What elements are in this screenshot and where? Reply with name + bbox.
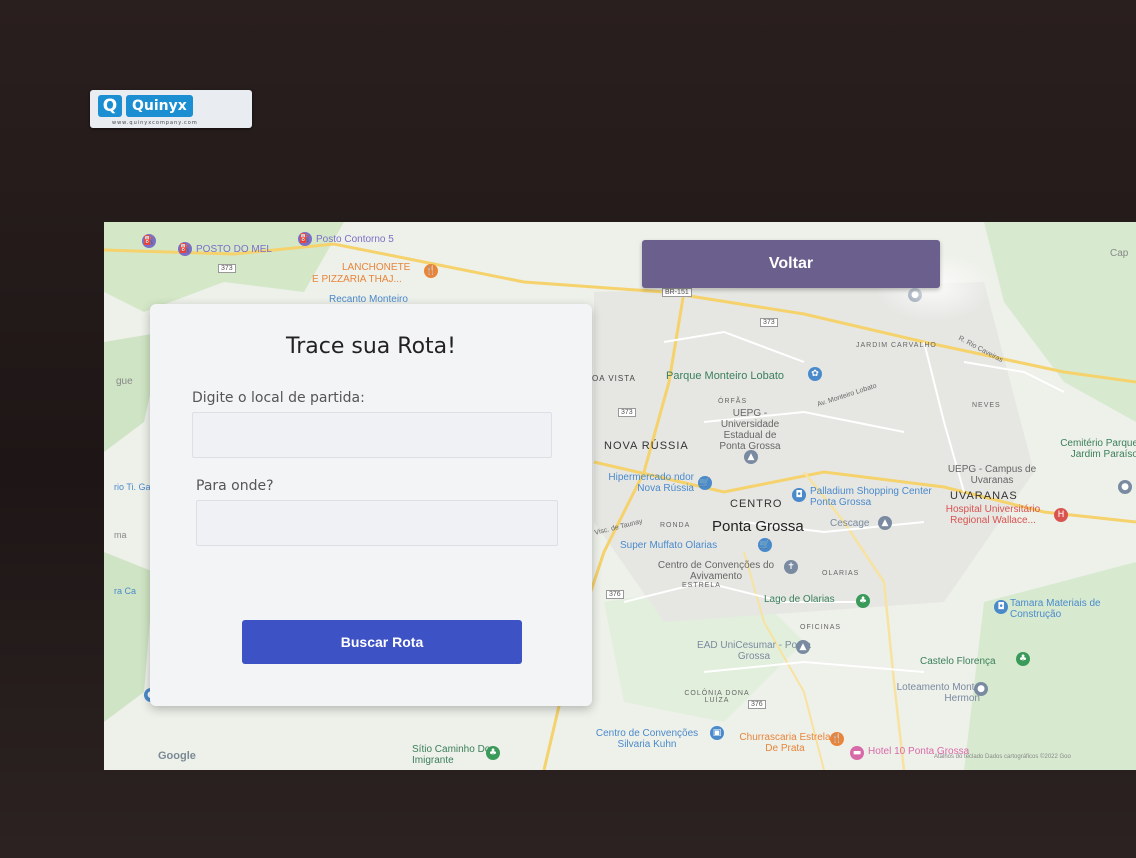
hospital-icon[interactable]: H — [1054, 508, 1068, 522]
map-label: Palladium Shopping Center Ponta Grossa — [810, 486, 932, 508]
destination-label: Para onde? — [196, 478, 274, 494]
logo-text: Quinyx — [126, 95, 193, 117]
map-label: BR-151 — [662, 288, 692, 297]
map-pin-icon[interactable]: ⛽ — [142, 234, 156, 248]
route-form-panel: Trace sua Rota! Digite o local de partid… — [150, 304, 592, 706]
map-label: Hipermercado ndor Nova Rússia — [608, 472, 694, 494]
map-label: Loteamento Monte Hermon — [896, 682, 980, 704]
logo-mark: Q — [98, 95, 122, 117]
map-label: Churrascaria Estrela De Prata — [739, 732, 831, 754]
map-label: UEPG - Campus de Uvaranas — [947, 464, 1037, 486]
map-label: gue — [116, 376, 133, 387]
map-attribution[interactable]: Atalhos do teclado Dados cartográficos ©… — [934, 754, 1071, 760]
map-label: JARDIM CARVALHO — [856, 342, 937, 349]
place-icon[interactable]: ● — [974, 682, 988, 696]
school-icon[interactable]: ▲ — [878, 516, 892, 530]
map-label: 376 — [606, 590, 624, 599]
map-label: Centro de Convenções do Avivamento — [657, 560, 775, 582]
shopping-cart-icon[interactable]: 🛒 — [698, 476, 712, 490]
map-label: ra Ca — [114, 586, 137, 596]
map-label: Castelo Florença — [920, 656, 996, 667]
map-label: CENTRO — [730, 498, 783, 510]
destination-input[interactable] — [196, 500, 558, 546]
origin-input[interactable] — [192, 412, 552, 458]
map-label: 373 — [618, 408, 636, 417]
map-label: ÓRFÃS — [718, 398, 748, 405]
brand-logo: Q Quinyx www.quinyxcompany.com — [90, 90, 252, 128]
origin-label: Digite o local de partida: — [192, 390, 365, 406]
map-label: 373 — [218, 264, 236, 273]
park-icon[interactable]: ♣ — [1016, 652, 1030, 666]
map-label: OLARIAS — [822, 570, 860, 577]
building-icon[interactable]: ▣ — [710, 726, 724, 740]
park-icon[interactable]: ✿ — [808, 367, 822, 381]
map-label: Centro de Convenções Silvaria Kuhn — [595, 728, 699, 750]
map-label: ma — [114, 530, 127, 540]
map-label: E PIZZARIA THAJ... — [312, 274, 402, 285]
shopping-cart-icon[interactable]: 🛒 — [758, 538, 772, 552]
map-label: UVARANAS — [950, 490, 1018, 502]
restaurant-icon[interactable]: 🍴 — [830, 732, 844, 746]
map-label: Cescage — [830, 518, 870, 529]
map-label: RONDA — [660, 522, 691, 529]
store-icon[interactable]: ◘ — [994, 600, 1008, 614]
map-google-logo: Google — [158, 750, 196, 762]
kiosk-screen: ⛽ ⛽ POSTO DO MEL ⛽ Posto Contorno 5 LANC… — [104, 222, 1136, 770]
form-title: Trace sua Rota! — [286, 334, 456, 359]
map-label: ESTRELA — [682, 582, 721, 589]
university-icon[interactable]: ▲ — [744, 450, 758, 464]
map-label: 376 — [748, 700, 766, 709]
school-icon[interactable]: ▲ — [796, 640, 810, 654]
map-label: Cemitério Parque Jardim Paraíso — [1060, 438, 1136, 460]
park-icon[interactable]: ♣ — [486, 746, 500, 760]
map-label: UEPG - Universidade Estadual de Ponta Gr… — [719, 408, 781, 452]
map-label: Tamara Materiais de Construção — [1010, 598, 1101, 620]
back-button[interactable]: Voltar — [642, 240, 940, 288]
map-label: NOVA RÚSSIA — [604, 440, 689, 452]
map-label: OA VISTA — [592, 374, 636, 383]
map-label: Parque Monteiro Lobato — [666, 370, 785, 382]
map-label: POSTO DO MEL — [196, 244, 272, 255]
map-label: COLÔNIA DONA LUÍZA — [684, 690, 750, 704]
logo-subtext: www.quinyxcompany.com — [112, 120, 198, 126]
place-icon[interactable]: ● — [1118, 480, 1132, 494]
map-label: LANCHONETE — [342, 262, 411, 273]
place-icon[interactable]: ● — [908, 288, 922, 302]
park-icon[interactable]: ♣ — [856, 594, 870, 608]
map-label: OFICINAS — [800, 624, 842, 631]
map-label: Hospital Universitário Regional Wallace.… — [945, 504, 1041, 526]
map-label: Cap — [1110, 248, 1129, 259]
church-icon[interactable]: ✝ — [784, 560, 798, 574]
map-label: Super Muffato Olarias — [620, 540, 718, 551]
map-pin-icon[interactable]: 🍴 — [424, 264, 438, 278]
shopping-bag-icon[interactable]: ◘ — [792, 488, 806, 502]
map-label: Lago de Olarias — [764, 594, 835, 605]
search-route-button[interactable]: Buscar Rota — [242, 620, 522, 664]
map-label: Ponta Grossa — [712, 518, 804, 535]
map-label: NEVES — [972, 402, 1001, 409]
map-label: 373 — [760, 318, 778, 327]
map-pin-icon[interactable]: ⛽ — [178, 242, 192, 256]
hotel-icon[interactable]: ▬ — [850, 746, 864, 760]
map-pin-icon[interactable]: ⛽ — [298, 232, 312, 246]
map-label: Posto Contorno 5 — [316, 234, 394, 245]
